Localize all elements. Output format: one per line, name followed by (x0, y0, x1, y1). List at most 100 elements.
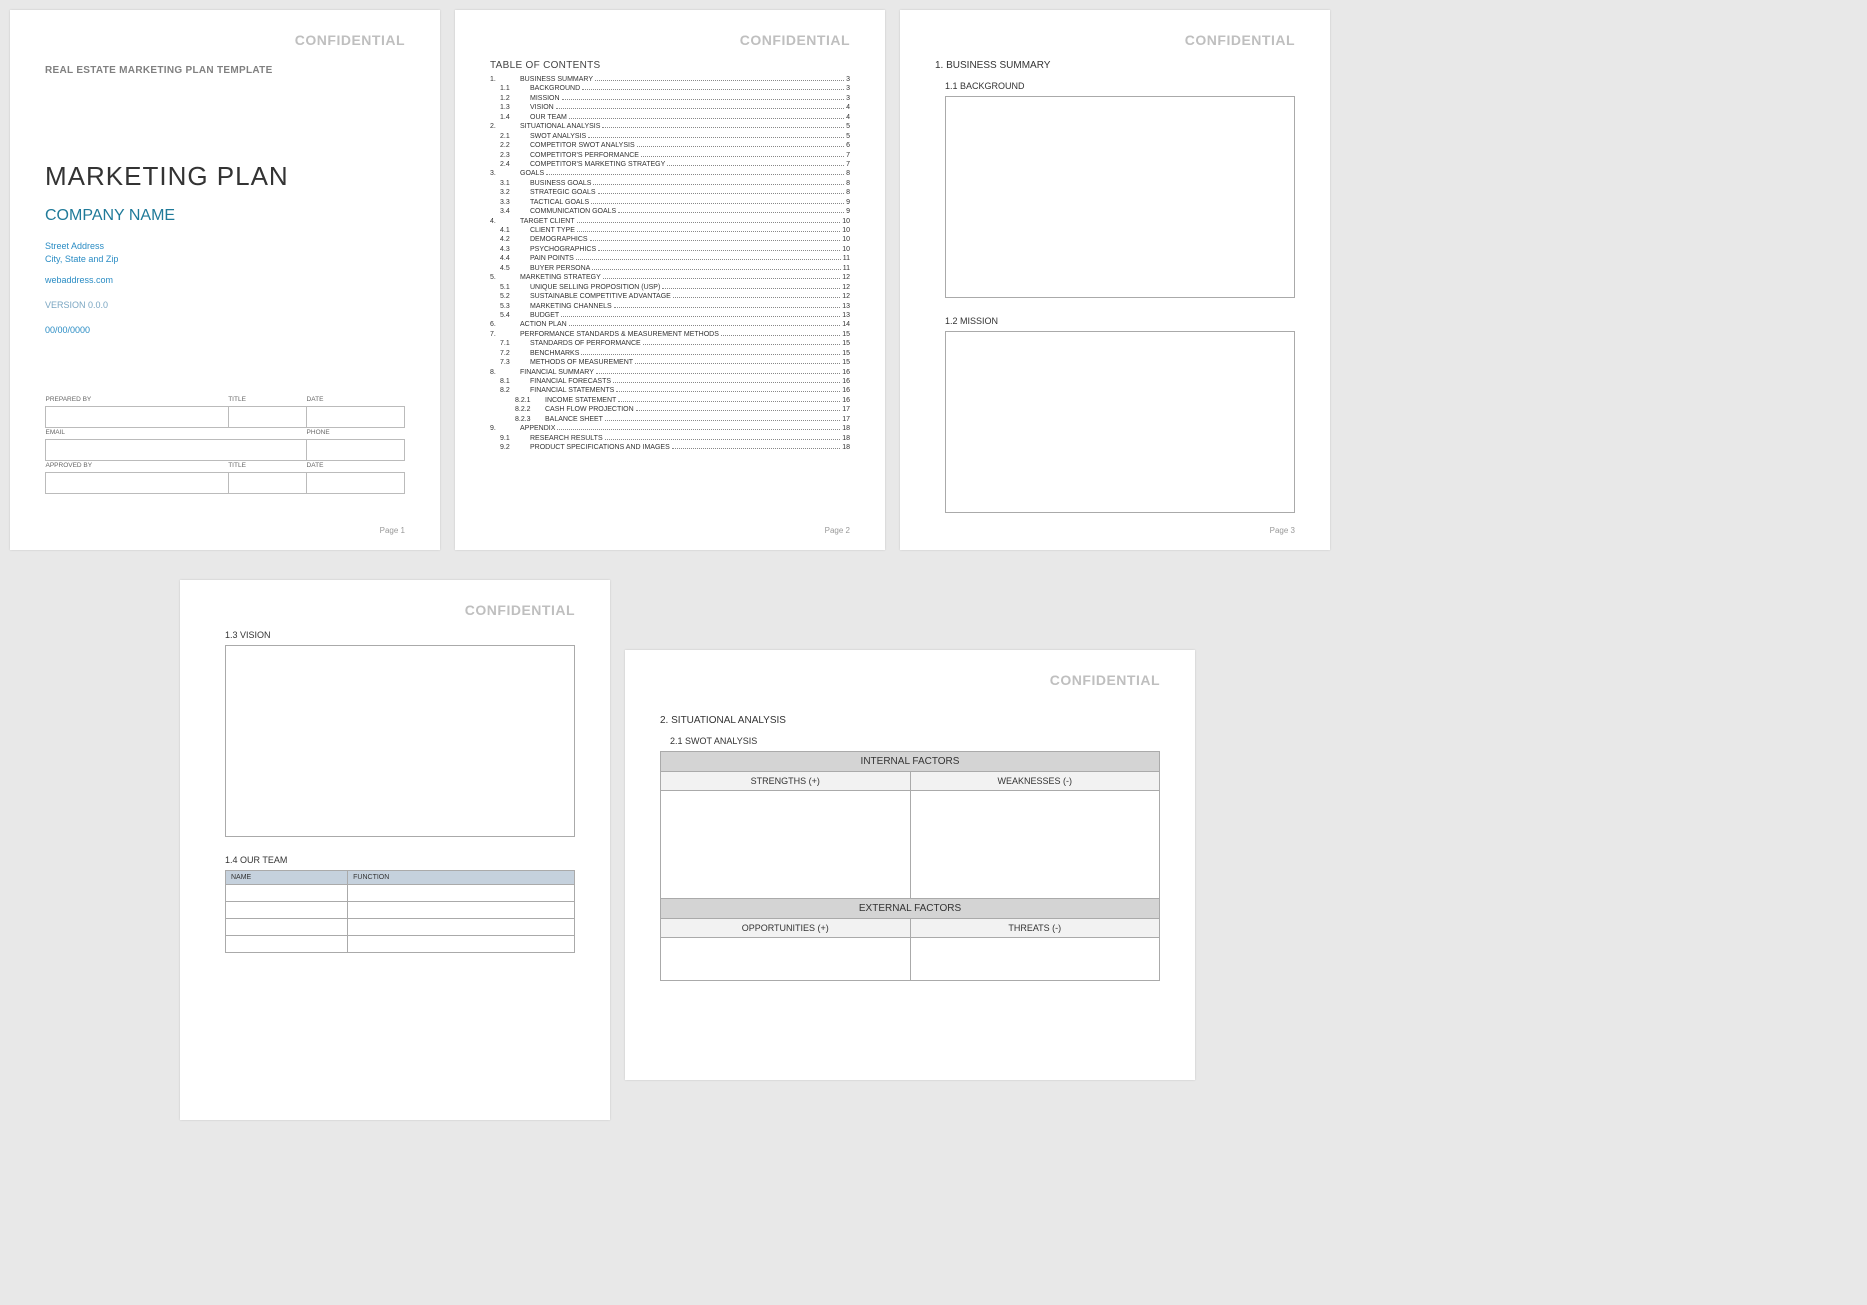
confidential-label: CONFIDENTIAL (1050, 672, 1160, 688)
swot-external-head: EXTERNAL FACTORS (661, 899, 1160, 919)
toc-entry: 7.PERFORMANCE STANDARDS & MEASUREMENT ME… (490, 330, 850, 339)
toc-entry: 8.FINANCIAL SUMMARY16 (490, 368, 850, 377)
swot-table: INTERNAL FACTORS STRENGTHS (+) WEAKNESSE… (660, 751, 1160, 981)
toc-entry: 4.2DEMOGRAPHICS10 (490, 235, 850, 244)
signature-table: PREPARED BY TITLE DATE EMAIL PHONE APPRO… (45, 395, 405, 494)
phone-label: PHONE (307, 428, 405, 440)
team-col-name: NAME (226, 871, 348, 885)
subsection-swot: 2.1 SWOT ANALYSIS (670, 736, 1160, 746)
date-input-2[interactable] (307, 473, 405, 494)
email-input[interactable] (46, 440, 307, 461)
toc-entry: 5.2SUSTAINABLE COMPETITIVE ADVANTAGE12 (490, 292, 850, 301)
date-input[interactable] (307, 407, 405, 428)
version-label: VERSION 0.0.0 (45, 300, 405, 310)
toc-entry: 3.GOALS8 (490, 169, 850, 178)
template-title: REAL ESTATE MARKETING PLAN TEMPLATE (45, 65, 405, 76)
toc-entry: 4.5BUYER PERSONA11 (490, 264, 850, 273)
swot-strengths-head: STRENGTHS (+) (661, 772, 911, 791)
background-content-box[interactable] (945, 96, 1295, 298)
team-cell[interactable] (226, 936, 348, 953)
team-cell[interactable] (348, 902, 575, 919)
street-address: Street Address (45, 240, 405, 253)
team-cell[interactable] (226, 919, 348, 936)
approved-by-input[interactable] (46, 473, 229, 494)
page-2: CONFIDENTIAL TABLE OF CONTENTS 1.BUSINES… (455, 10, 885, 550)
toc-entry: 5.3MARKETING CHANNELS13 (490, 302, 850, 311)
toc-entry: 2.2COMPETITOR SWOT ANALYSIS6 (490, 141, 850, 150)
title-input-2[interactable] (228, 473, 306, 494)
date-label: DATE (307, 395, 405, 407)
toc-entry: 3.2STRATEGIC GOALS8 (490, 188, 850, 197)
swot-threats-head: THREATS (-) (910, 919, 1160, 938)
toc-entry: 6.ACTION PLAN14 (490, 320, 850, 329)
toc-entry: 5.MARKETING STRATEGY12 (490, 273, 850, 282)
toc-entry: 5.1UNIQUE SELLING PROPOSITION (USP)12 (490, 283, 850, 292)
title-label: TITLE (228, 395, 306, 407)
city-state-zip: City, State and Zip (45, 253, 405, 266)
toc-entry: 7.3METHODS OF MEASUREMENT15 (490, 358, 850, 367)
swot-strengths-cell[interactable] (661, 791, 911, 899)
swot-threats-cell[interactable] (910, 938, 1160, 981)
toc-entry: 9.2PRODUCT SPECIFICATIONS AND IMAGES18 (490, 443, 850, 452)
date-label-2: DATE (307, 461, 405, 473)
team-cell[interactable] (348, 885, 575, 902)
title-label-2: TITLE (228, 461, 306, 473)
main-title: MARKETING PLAN (45, 161, 405, 192)
toc-entry: 1.2MISSION3 (490, 94, 850, 103)
prepared-by-input[interactable] (46, 407, 229, 428)
phone-input[interactable] (307, 440, 405, 461)
subsection-mission: 1.2 MISSION (945, 316, 1295, 326)
title-input[interactable] (228, 407, 306, 428)
toc-entry: 3.1BUSINESS GOALS8 (490, 179, 850, 188)
web-address: webaddress.com (45, 275, 405, 285)
toc-entry: 2.1SWOT ANALYSIS5 (490, 132, 850, 141)
vision-content-box[interactable] (225, 645, 575, 837)
table-of-contents: 1.BUSINESS SUMMARY31.1BACKGROUND31.2MISS… (490, 75, 850, 453)
toc-entry: 7.2BENCHMARKS15 (490, 349, 850, 358)
swot-opportunities-cell[interactable] (661, 938, 911, 981)
team-cell[interactable] (348, 936, 575, 953)
toc-entry: 9.1RESEARCH RESULTS18 (490, 434, 850, 443)
subsection-background: 1.1 BACKGROUND (945, 81, 1295, 91)
swot-opportunities-head: OPPORTUNITIES (+) (661, 919, 911, 938)
address-block: Street Address City, State and Zip (45, 240, 405, 265)
toc-entry: 1.4OUR TEAM4 (490, 113, 850, 122)
team-cell[interactable] (348, 919, 575, 936)
confidential-label: CONFIDENTIAL (1185, 32, 1295, 48)
swot-weaknesses-cell[interactable] (910, 791, 1160, 899)
team-cell[interactable] (226, 902, 348, 919)
toc-entry: 1.3VISION4 (490, 103, 850, 112)
toc-heading: TABLE OF CONTENTS (490, 60, 850, 71)
confidential-label: CONFIDENTIAL (465, 602, 575, 618)
toc-entry: 2.3COMPETITOR'S PERFORMANCE7 (490, 151, 850, 160)
swot-weaknesses-head: WEAKNESSES (-) (910, 772, 1160, 791)
page-4: CONFIDENTIAL 1.3 VISION 1.4 OUR TEAM NAM… (180, 580, 610, 1120)
toc-entry: 1.BUSINESS SUMMARY3 (490, 75, 850, 84)
email-label: EMAIL (46, 428, 307, 440)
toc-entry: 4.TARGET CLIENT10 (490, 217, 850, 226)
team-table: NAME FUNCTION (225, 870, 575, 953)
toc-entry: 3.3TACTICAL GOALS9 (490, 198, 850, 207)
toc-entry: 8.2.3BALANCE SHEET17 (490, 415, 850, 424)
page-3: CONFIDENTIAL 1. BUSINESS SUMMARY 1.1 BAC… (900, 10, 1330, 550)
team-cell[interactable] (226, 885, 348, 902)
toc-entry: 3.4COMMUNICATION GOALS9 (490, 207, 850, 216)
toc-entry: 8.2.1INCOME STATEMENT16 (490, 396, 850, 405)
section-heading: 2. SITUATIONAL ANALYSIS (660, 715, 1160, 726)
mission-content-box[interactable] (945, 331, 1295, 513)
page-5: CONFIDENTIAL 2. SITUATIONAL ANALYSIS 2.1… (625, 650, 1195, 1080)
toc-entry: 2.SITUATIONAL ANALYSIS5 (490, 122, 850, 131)
confidential-label: CONFIDENTIAL (740, 32, 850, 48)
toc-entry: 2.4COMPETITOR'S MARKETING STRATEGY7 (490, 160, 850, 169)
swot-internal-head: INTERNAL FACTORS (661, 752, 1160, 772)
toc-entry: 7.1STANDARDS OF PERFORMANCE15 (490, 339, 850, 348)
toc-entry: 1.1BACKGROUND3 (490, 84, 850, 93)
section-heading: 1. BUSINESS SUMMARY (935, 60, 1295, 71)
toc-entry: 8.1FINANCIAL FORECASTS16 (490, 377, 850, 386)
page-1: CONFIDENTIAL REAL ESTATE MARKETING PLAN … (10, 10, 440, 550)
toc-entry: 4.4PAIN POINTS11 (490, 254, 850, 263)
prepared-by-label: PREPARED BY (46, 395, 229, 407)
toc-entry: 4.3PSYCHOGRAPHICS10 (490, 245, 850, 254)
subsection-vision: 1.3 VISION (225, 630, 575, 640)
toc-entry: 5.4BUDGET13 (490, 311, 850, 320)
